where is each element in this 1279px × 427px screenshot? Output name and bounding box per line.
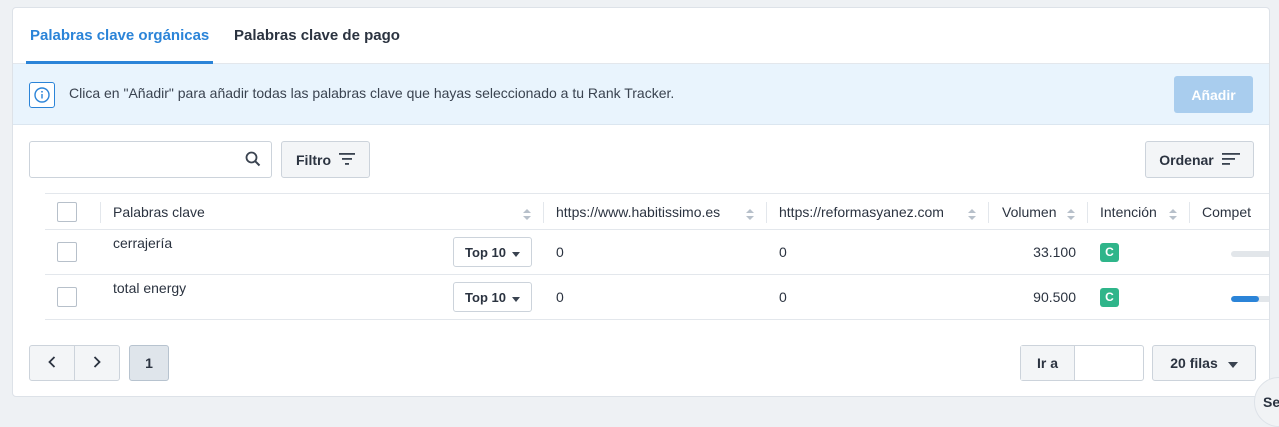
column-divider bbox=[1189, 202, 1190, 223]
competition-bar bbox=[1231, 296, 1269, 302]
search-box bbox=[29, 141, 272, 178]
sort-icon[interactable] bbox=[968, 207, 976, 223]
goto-label: Ir a bbox=[1021, 346, 1075, 380]
add-button[interactable]: Añadir bbox=[1174, 76, 1253, 113]
column-divider bbox=[1087, 202, 1088, 223]
table-row: total energy Top 10 0 0 90.500 C bbox=[45, 275, 1269, 320]
competition-bar-fill bbox=[1231, 296, 1259, 302]
site1-cell: 0 bbox=[556, 244, 564, 260]
volume-cell: 33.100 bbox=[1033, 244, 1076, 260]
top-dropdown-label: Top 10 bbox=[465, 244, 506, 260]
chevron-left-icon bbox=[48, 355, 56, 371]
keywords-table: Palabras clave https://www.habitissimo.e… bbox=[45, 193, 1269, 321]
intent-badge: C bbox=[1100, 242, 1119, 262]
top-dropdown-label: Top 10 bbox=[465, 289, 506, 305]
search-input[interactable] bbox=[38, 142, 238, 175]
keywords-panel: Palabras clave orgánicas Palabras clave … bbox=[12, 7, 1270, 397]
info-icon bbox=[29, 82, 55, 108]
caret-down-icon bbox=[511, 290, 520, 305]
header-site1[interactable]: https://www.habitissimo.es bbox=[556, 194, 720, 229]
keyword-cell: total energy bbox=[113, 280, 187, 296]
prev-page-button[interactable] bbox=[29, 345, 75, 381]
sort-icon[interactable] bbox=[1169, 207, 1177, 223]
rows-per-page-select[interactable]: 20 filas bbox=[1152, 345, 1256, 381]
info-text: Clica en "Añadir" para añadir todas las … bbox=[69, 85, 675, 101]
competition-bar bbox=[1231, 251, 1269, 257]
header-site2[interactable]: https://reformasyanez.com bbox=[779, 194, 944, 229]
caret-down-icon bbox=[1227, 355, 1238, 371]
next-page-button[interactable] bbox=[74, 345, 120, 381]
top-dropdown[interactable]: Top 10 bbox=[453, 237, 532, 267]
sort-label: Ordenar bbox=[1159, 151, 1214, 168]
select-all-checkbox[interactable] bbox=[57, 201, 77, 222]
rows-per-page-label: 20 filas bbox=[1170, 355, 1218, 371]
sort-icon[interactable] bbox=[746, 207, 754, 223]
column-divider bbox=[766, 202, 767, 223]
info-banner: Clica en "Añadir" para añadir todas las … bbox=[13, 64, 1269, 125]
sort-icon[interactable] bbox=[1067, 207, 1075, 223]
header-intent[interactable]: Intención bbox=[1100, 194, 1157, 229]
search-icon[interactable] bbox=[245, 151, 261, 170]
goto-page-input[interactable] bbox=[1075, 346, 1141, 380]
site2-cell: 0 bbox=[779, 289, 787, 305]
tab-organic-keywords[interactable]: Palabras clave orgánicas bbox=[25, 8, 214, 64]
chevron-right-icon bbox=[93, 355, 101, 371]
page-number-button[interactable]: 1 bbox=[129, 345, 169, 381]
column-divider bbox=[543, 202, 544, 223]
row-checkbox[interactable] bbox=[57, 242, 77, 262]
caret-down-icon bbox=[511, 245, 520, 260]
row-checkbox[interactable] bbox=[57, 287, 77, 307]
keyword-cell: cerrajería bbox=[113, 235, 173, 251]
table-row: cerrajería Top 10 0 0 33.100 C bbox=[45, 230, 1269, 275]
column-divider bbox=[100, 202, 101, 223]
table-header: Palabras clave https://www.habitissimo.e… bbox=[45, 193, 1269, 230]
sort-icon[interactable] bbox=[523, 207, 531, 223]
header-competition[interactable]: Compet bbox=[1202, 194, 1251, 229]
column-divider bbox=[988, 202, 989, 223]
header-volume[interactable]: Volumen bbox=[1002, 194, 1056, 229]
top-dropdown[interactable]: Top 10 bbox=[453, 282, 532, 312]
intent-badge: C bbox=[1100, 287, 1119, 307]
site2-cell: 0 bbox=[779, 244, 787, 260]
filter-button[interactable]: Filtro bbox=[281, 141, 370, 178]
site1-cell: 0 bbox=[556, 289, 564, 305]
tab-bar: Palabras clave orgánicas Palabras clave … bbox=[13, 8, 1269, 64]
sort-lines-icon bbox=[1221, 152, 1240, 168]
sort-button[interactable]: Ordenar bbox=[1145, 141, 1254, 178]
filter-label: Filtro bbox=[296, 151, 331, 168]
tab-paid-keywords[interactable]: Palabras clave de pago bbox=[234, 8, 400, 64]
volume-cell: 90.500 bbox=[1033, 289, 1076, 305]
filter-icon bbox=[339, 152, 355, 168]
goto-page-group: Ir a bbox=[1020, 345, 1144, 381]
